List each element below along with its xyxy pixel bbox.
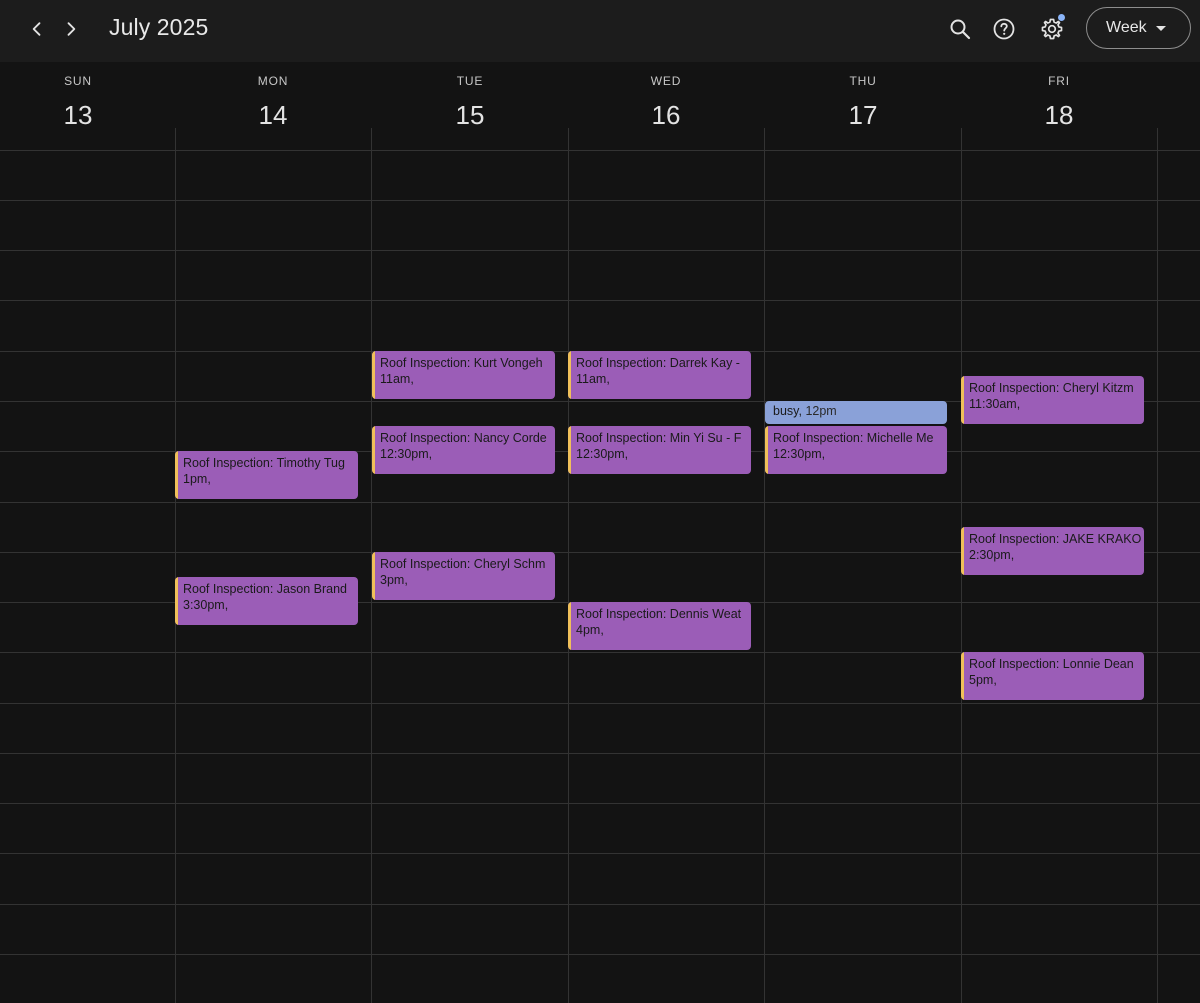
day-header-thu[interactable]: THU 17 [765, 62, 961, 150]
day-number: 15 [455, 100, 485, 130]
event-title: Roof Inspection: Cheryl Kitzm [969, 381, 1134, 395]
day-number: 18 [1044, 100, 1074, 130]
event-card[interactable]: Roof Inspection: Darrek Kay - 11am, [568, 351, 751, 399]
day-divider [175, 128, 176, 1003]
hour-line [0, 200, 1200, 201]
event-card[interactable]: Roof Inspection: Min Yi Su - F 12:30pm, [568, 426, 751, 474]
caret-down-icon [1156, 26, 1166, 31]
week-grid[interactable]: Roof Inspection: Timothy Tug 1pm, Roof I… [0, 128, 1200, 1003]
next-week-button[interactable] [51, 11, 91, 47]
chevron-right-icon [67, 22, 76, 36]
day-header-mon[interactable]: MON 14 [175, 62, 371, 150]
event-time: 12:30pm, [576, 447, 629, 461]
top-bar: July 2025 Week [0, 0, 1200, 62]
day-header-wed[interactable]: WED 16 [568, 62, 764, 150]
event-title: Roof Inspection: JAKE KRAKO [969, 532, 1142, 546]
month-title: July 2025 [109, 14, 209, 40]
event-title: Roof Inspection: Michelle Me [773, 431, 934, 445]
day-header-fri[interactable]: FRI 18 [961, 62, 1157, 150]
event-time: 11am, [576, 372, 610, 386]
event-card[interactable]: Roof Inspection: Lonnie Dean 5pm, [961, 652, 1144, 700]
day-header-sun[interactable]: SUN 13 [0, 62, 176, 150]
hour-line [0, 250, 1200, 251]
day-name: MON [257, 74, 289, 88]
event-card[interactable]: Roof Inspection: Nancy Corde 12:30pm, [372, 426, 555, 474]
event-time: 11:30am, [969, 397, 1021, 411]
hour-line [0, 150, 1200, 151]
event-card[interactable]: Roof Inspection: Kurt Vongeh 11am, [372, 351, 555, 399]
event-time: 5pm, [969, 673, 997, 687]
event-time: 12pm [805, 404, 837, 418]
day-divider [1157, 128, 1158, 1003]
event-card[interactable]: Roof Inspection: JAKE KRAKO 2:30pm, [961, 527, 1144, 575]
hour-line [0, 753, 1200, 754]
hour-line [0, 703, 1200, 704]
hour-line [0, 803, 1200, 804]
event-time: 2:30pm, [969, 548, 1015, 562]
event-time: 12:30pm, [773, 447, 826, 461]
hour-line [0, 904, 1200, 905]
search-icon [950, 19, 971, 40]
day-number: 13 [63, 100, 93, 130]
day-name: TUE [456, 74, 484, 88]
event-title: busy [773, 404, 799, 418]
day-name: THU [849, 74, 877, 88]
event-time: 1pm, [183, 472, 211, 486]
event-title: Roof Inspection: Cheryl Schm [380, 557, 546, 571]
day-name: SUN [64, 74, 92, 88]
view-selector-label: Week [1106, 19, 1147, 36]
event-card[interactable]: Roof Inspection: Michelle Me 12:30pm, [765, 426, 947, 474]
chevron-left-icon [32, 22, 41, 36]
hour-line [0, 300, 1200, 301]
help-icon [993, 18, 1015, 40]
day-name: WED [650, 74, 682, 88]
notification-dot [1058, 14, 1065, 21]
event-card[interactable]: Roof Inspection: Cheryl Kitzm 11:30am, [961, 376, 1144, 424]
day-divider [764, 128, 765, 1003]
event-title: Roof Inspection: Lonnie Dean [969, 657, 1134, 671]
day-header-row: SUN 13 MON 14 TUE 15 WED 16 THU 17 FRI 1… [0, 62, 1200, 150]
event-title: Roof Inspection: Kurt Vongeh [380, 356, 543, 370]
settings-button[interactable] [1032, 9, 1072, 49]
event-time: 12:30pm, [380, 447, 433, 461]
event-title: Roof Inspection: Jason Brand [183, 582, 347, 596]
event-title: Roof Inspection: Nancy Corde [380, 431, 547, 445]
day-number: 17 [848, 100, 878, 130]
hour-line [0, 853, 1200, 854]
hour-line [0, 954, 1200, 955]
day-number: 16 [651, 100, 681, 130]
event-time: 11am, [380, 372, 414, 386]
event-title: Roof Inspection: Min Yi Su - F [576, 431, 742, 445]
busy-event-card[interactable]: busy, 12pm [765, 401, 947, 424]
day-divider [568, 128, 569, 1003]
event-card[interactable]: Roof Inspection: Jason Brand 3:30pm, [175, 577, 358, 625]
day-name: FRI [1048, 74, 1070, 88]
event-time: 4pm, [576, 623, 604, 637]
day-number: 14 [258, 100, 288, 130]
event-time: 3pm, [380, 573, 408, 587]
event-title: Roof Inspection: Dennis Weat [576, 607, 742, 621]
event-card[interactable]: Roof Inspection: Cheryl Schm 3pm, [372, 552, 555, 600]
view-selector[interactable]: Week [1086, 7, 1191, 49]
day-header-tue[interactable]: TUE 15 [372, 62, 568, 150]
hour-line [0, 502, 1200, 503]
search-button[interactable] [940, 9, 980, 49]
event-title: Roof Inspection: Darrek Kay - [576, 356, 740, 370]
event-title: Roof Inspection: Timothy Tug [183, 456, 345, 470]
event-card[interactable]: Roof Inspection: Timothy Tug 1pm, [175, 451, 358, 499]
event-card[interactable]: Roof Inspection: Dennis Weat 4pm, [568, 602, 751, 650]
help-button[interactable] [984, 9, 1024, 49]
event-time: 3:30pm, [183, 598, 229, 612]
